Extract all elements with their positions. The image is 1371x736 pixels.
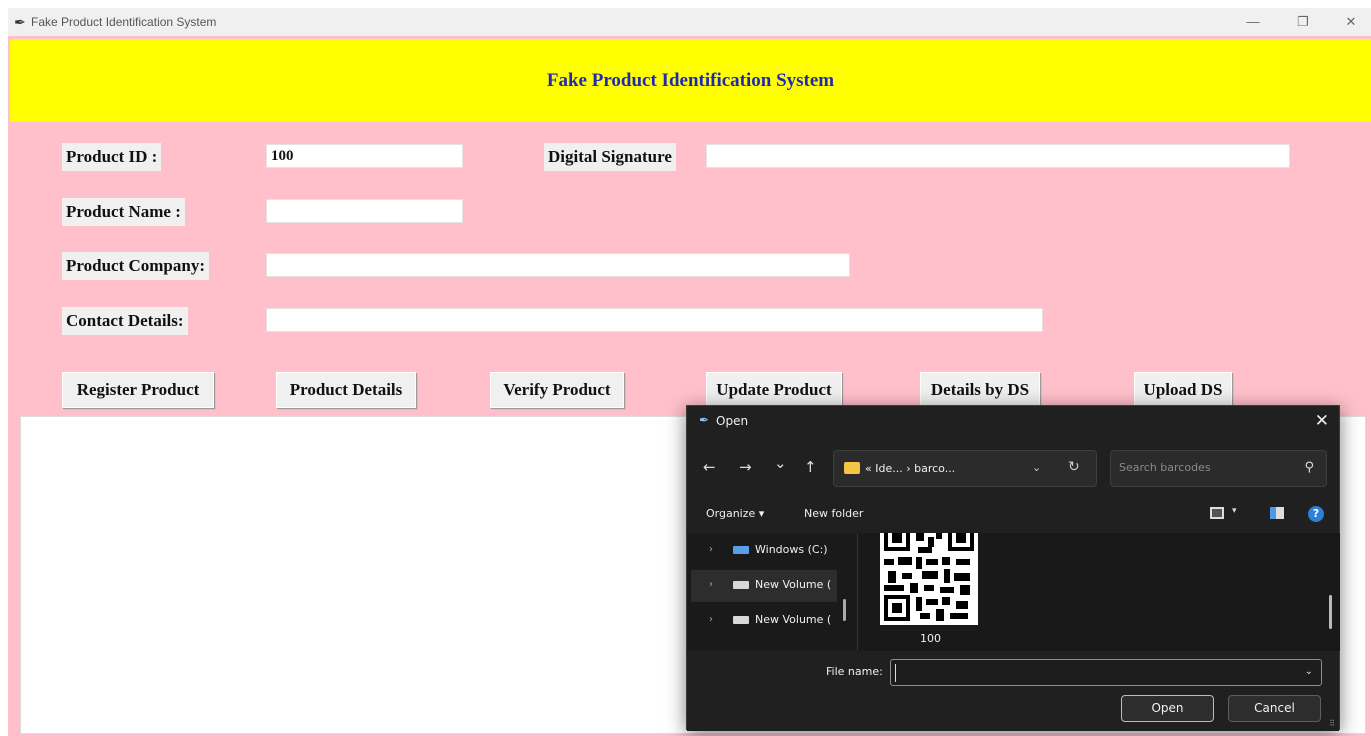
file-name-input[interactable]: [895, 664, 1295, 682]
page-title: Fake Product Identification System: [546, 70, 835, 91]
file-list: 100: [858, 533, 1340, 651]
header-banner: Fake Product Identification System: [10, 39, 1371, 122]
file-list-scrollbar[interactable]: [1329, 595, 1332, 629]
drive-icon: [733, 616, 749, 624]
product-company-label: Product Company:: [62, 252, 209, 280]
new-folder-button[interactable]: New folder: [804, 507, 863, 520]
product-name-input[interactable]: [266, 199, 463, 223]
resize-grip-icon[interactable]: ⠿: [1329, 719, 1335, 728]
dialog-title: Open: [716, 414, 749, 428]
open-file-dialog: ✒ Open ✕ ← → ⌄ ↑ « Ide... › barco... ⌄ ↻…: [686, 405, 1340, 731]
command-bar: Organize ▾ New folder ▾ ?: [687, 498, 1339, 532]
search-input[interactable]: [1119, 461, 1289, 474]
minimize-button[interactable]: —: [1235, 11, 1271, 33]
back-arrow-icon[interactable]: ←: [703, 458, 716, 476]
close-window-button[interactable]: ✕: [1333, 11, 1369, 33]
file-name-label: File name:: [826, 665, 883, 678]
nav-item-windows-c[interactable]: › Windows (C:): [691, 535, 837, 567]
chevron-down-icon[interactable]: ⌄: [1305, 666, 1313, 677]
open-button[interactable]: Open: [1121, 695, 1214, 722]
verify-product-button[interactable]: Verify Product: [490, 372, 624, 408]
navigation-pane: › Windows (C:) › New Volume ( › New Volu…: [687, 533, 857, 651]
organize-menu[interactable]: Organize ▾: [706, 507, 764, 520]
address-bar[interactable]: « Ide... › barco... ⌄ ↻: [833, 450, 1097, 487]
contact-details-label: Contact Details:: [62, 307, 188, 335]
windows-drive-icon: [733, 546, 749, 554]
window-titlebar: ✒ Fake Product Identification System — ❐…: [8, 8, 1371, 36]
product-company-input[interactable]: [266, 253, 850, 277]
expand-arrow-icon[interactable]: ›: [709, 614, 713, 625]
details-by-ds-button[interactable]: Details by DS: [920, 372, 1040, 408]
expand-arrow-icon[interactable]: ›: [709, 579, 713, 590]
nav-scrollbar[interactable]: [843, 599, 846, 621]
address-path[interactable]: « Ide... › barco...: [865, 462, 955, 475]
product-name-label: Product Name :: [62, 198, 185, 226]
nav-item-label: New Volume (: [755, 613, 832, 626]
up-arrow-icon[interactable]: ↑: [804, 458, 817, 476]
refresh-icon[interactable]: ↻: [1068, 459, 1080, 475]
window-title: Fake Product Identification System: [31, 15, 217, 29]
product-id-label: Product ID :: [62, 143, 162, 171]
cancel-button[interactable]: Cancel: [1228, 695, 1321, 722]
product-id-input[interactable]: 100: [266, 144, 463, 168]
upload-ds-button[interactable]: Upload DS: [1134, 372, 1232, 408]
digital-signature-label: Digital Signature: [544, 143, 676, 171]
dialog-close-button[interactable]: ✕: [1315, 411, 1329, 431]
file-name-caption[interactable]: 100: [920, 632, 941, 645]
qr-code-thumbnail[interactable]: [880, 533, 978, 625]
folder-icon: [844, 462, 860, 474]
restore-button[interactable]: ❐: [1285, 11, 1321, 33]
help-icon[interactable]: ?: [1308, 506, 1324, 522]
search-box[interactable]: ⚲: [1110, 450, 1327, 487]
register-product-button[interactable]: Register Product: [62, 372, 214, 408]
contact-details-input[interactable]: [266, 308, 1043, 332]
dialog-footer: File name: ⌄ Open Cancel ⠿: [687, 651, 1339, 731]
dialog-titlebar: ✒ Open ✕: [687, 406, 1339, 438]
nav-item-new-volume-2[interactable]: › New Volume (: [691, 605, 837, 637]
file-name-combobox[interactable]: ⌄: [890, 659, 1322, 686]
caret-down-icon[interactable]: ▾: [1232, 506, 1237, 516]
feather-icon: ✒: [14, 14, 26, 30]
forward-arrow-icon[interactable]: →: [739, 458, 752, 476]
preview-pane-icon[interactable]: [1270, 507, 1284, 519]
nav-item-label: Windows (C:): [755, 543, 828, 556]
view-options-icon[interactable]: [1210, 507, 1224, 519]
feather-icon: ✒: [699, 413, 710, 427]
nav-item-label: New Volume (: [755, 578, 832, 591]
expand-arrow-icon[interactable]: ›: [709, 544, 713, 555]
drive-icon: [733, 581, 749, 589]
chevron-down-icon[interactable]: ⌄: [1032, 461, 1041, 474]
digital-signature-input[interactable]: [706, 144, 1290, 168]
search-icon[interactable]: ⚲: [1304, 460, 1314, 475]
product-details-button[interactable]: Product Details: [276, 372, 416, 408]
nav-item-new-volume-1[interactable]: › New Volume (: [691, 570, 837, 602]
recent-locations-icon[interactable]: ⌄: [774, 454, 787, 472]
update-product-button[interactable]: Update Product: [706, 372, 842, 408]
